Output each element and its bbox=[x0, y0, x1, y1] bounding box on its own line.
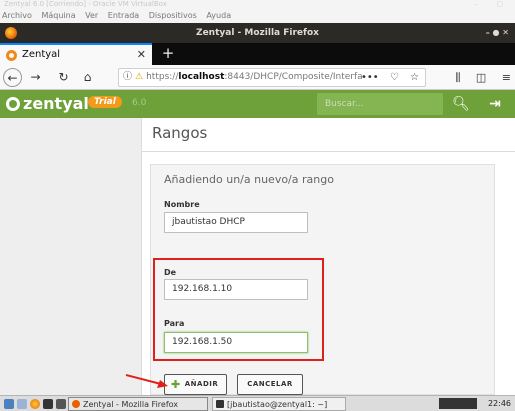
reload-icon[interactable]: ↻ bbox=[54, 68, 73, 87]
warning-lock-icon[interactable]: ⚠ bbox=[135, 72, 143, 82]
nombre-label: Nombre bbox=[164, 200, 200, 209]
back-arrow-icon[interactable]: ← bbox=[3, 68, 22, 87]
firefox-logo-icon bbox=[5, 27, 17, 39]
zentyal-logo[interactable]: zentyal bbox=[6, 95, 89, 113]
sidebar bbox=[0, 118, 142, 395]
add-range-form: Añadiendo un/a nuevo/a rango Nombre jbau… bbox=[150, 164, 495, 395]
vbox-menu-dispositivos[interactable]: Dispositivos bbox=[149, 11, 197, 20]
terminal-launcher-icon[interactable] bbox=[43, 399, 53, 409]
plus-icon: ✚ bbox=[171, 378, 181, 391]
annotation-arrow-icon bbox=[125, 374, 168, 388]
vbox-menu-ayuda[interactable]: Ayuda bbox=[206, 11, 231, 20]
new-tab-button[interactable]: + bbox=[158, 43, 178, 65]
vbox-window-controls[interactable]: – ▢ bbox=[475, 0, 511, 9]
info-icon[interactable]: ⓘ bbox=[123, 72, 132, 82]
toolbar-right: ⫼ ◫ ≡ bbox=[443, 68, 511, 87]
tab-strip: Zentyal ✕ + bbox=[0, 43, 515, 65]
version-label: 6.0 bbox=[132, 98, 147, 108]
url-path: :8443/DHCP/Composite/Interfa bbox=[224, 72, 363, 82]
vbox-menu-entrada[interactable]: Entrada bbox=[108, 11, 139, 20]
sidebar-toggle-icon[interactable]: ◫ bbox=[476, 71, 486, 84]
home-icon[interactable]: ⌂ bbox=[78, 68, 97, 87]
bookmark-star-icon[interactable]: ☆ bbox=[410, 72, 419, 83]
system-tray[interactable] bbox=[439, 398, 477, 409]
url-actions: ••• ♡ ☆ bbox=[353, 68, 419, 87]
search-icon[interactable]: 🔍︎ bbox=[450, 93, 472, 115]
vbox-window-title: Zentyal 6.0 [Corriendo] - Oracle VM Virt… bbox=[0, 0, 515, 9]
taskbar: Zentyal - Mozilla Firefox [jbautistao@ze… bbox=[0, 395, 515, 411]
tab-zentyal[interactable]: Zentyal ✕ bbox=[0, 43, 152, 65]
form-heading: Añadiendo un/a nuevo/a rango bbox=[164, 173, 334, 186]
taskbar-task-firefox[interactable]: Zentyal - Mozilla Firefox bbox=[68, 397, 208, 411]
page-actions-icon[interactable]: ••• bbox=[361, 72, 379, 83]
navigation-toolbar: ← → ↻ ⌂ ⓘ ⚠ https://localhost:8443/DHCP/Co… bbox=[0, 65, 515, 90]
show-desktop-icon[interactable] bbox=[56, 399, 66, 409]
url-host: localhost bbox=[178, 72, 225, 82]
cancel-button-label: CANCELAR bbox=[247, 380, 293, 388]
taskbar-task-terminal-label: [jbautistao@zentyal1: ~] bbox=[227, 400, 328, 409]
window-title: Zentyal - Mozilla Firefox bbox=[196, 28, 319, 38]
vbox-menu-archivo[interactable]: Archivo bbox=[2, 11, 32, 20]
tab-label: Zentyal bbox=[22, 49, 61, 60]
start-menu-icon[interactable] bbox=[4, 399, 14, 409]
cancel-button[interactable]: CANCELAR bbox=[237, 374, 303, 395]
para-field[interactable]: 192.168.1.50 bbox=[164, 332, 308, 353]
logout-icon[interactable]: ⇥ bbox=[484, 93, 506, 115]
search-input[interactable]: Buscar... bbox=[317, 93, 443, 115]
forward-arrow-icon[interactable]: → bbox=[26, 68, 45, 87]
trial-badge: Trial bbox=[88, 96, 122, 108]
terminal-task-icon bbox=[216, 400, 224, 408]
page-title: Rangos bbox=[152, 124, 208, 142]
vbox-menu-ver[interactable]: Ver bbox=[85, 11, 98, 20]
menu-hamburger-icon[interactable]: ≡ bbox=[502, 71, 511, 84]
add-button-label: AÑADIR bbox=[184, 380, 219, 388]
zentyal-favicon-icon bbox=[6, 50, 17, 61]
pocket-icon[interactable]: ♡ bbox=[390, 72, 399, 83]
window-controls[interactable]: – ● ✕ bbox=[486, 23, 509, 43]
firefox-task-icon bbox=[72, 400, 80, 408]
library-icon[interactable]: ⫼ bbox=[455, 71, 460, 84]
vbox-title-text: Zentyal 6.0 [Corriendo] - Oracle VM Virt… bbox=[4, 0, 167, 8]
clock[interactable]: 22:46 bbox=[488, 397, 511, 410]
file-manager-icon[interactable] bbox=[17, 399, 27, 409]
de-label: De bbox=[164, 268, 177, 277]
vbox-menubar: Archivo Máquina Ver Entrada Dispositivos… bbox=[0, 9, 515, 23]
taskbar-task-firefox-label: Zentyal - Mozilla Firefox bbox=[83, 400, 179, 409]
zentyal-header: zentyal Trial 6.0 Buscar... 🔍︎ ⇥ bbox=[0, 90, 515, 118]
url-prefix: https:// bbox=[146, 72, 179, 82]
para-label: Para bbox=[164, 319, 185, 328]
firefox-launcher-icon[interactable] bbox=[30, 399, 40, 409]
nombre-field[interactable]: jbautistao DHCP bbox=[164, 212, 308, 233]
add-button[interactable]: ✚ AÑADIR bbox=[164, 374, 227, 395]
guest-screen: Zentyal - Mozilla Firefox – ● ✕ Zentyal … bbox=[0, 23, 515, 395]
title-divider bbox=[142, 151, 515, 152]
zentyal-logo-text: zentyal bbox=[23, 94, 89, 113]
main-content: Rangos Añadiendo un/a nuevo/a rango Nomb… bbox=[142, 118, 515, 395]
taskbar-task-terminal[interactable]: [jbautistao@zentyal1: ~] bbox=[212, 397, 346, 411]
vbox-menu-maquina[interactable]: Máquina bbox=[41, 11, 75, 20]
firefox-titlebar: Zentyal - Mozilla Firefox – ● ✕ bbox=[0, 23, 515, 43]
zentyal-logo-icon bbox=[6, 97, 20, 111]
de-field[interactable]: 192.168.1.10 bbox=[164, 279, 308, 300]
close-tab-icon[interactable]: ✕ bbox=[137, 45, 146, 64]
